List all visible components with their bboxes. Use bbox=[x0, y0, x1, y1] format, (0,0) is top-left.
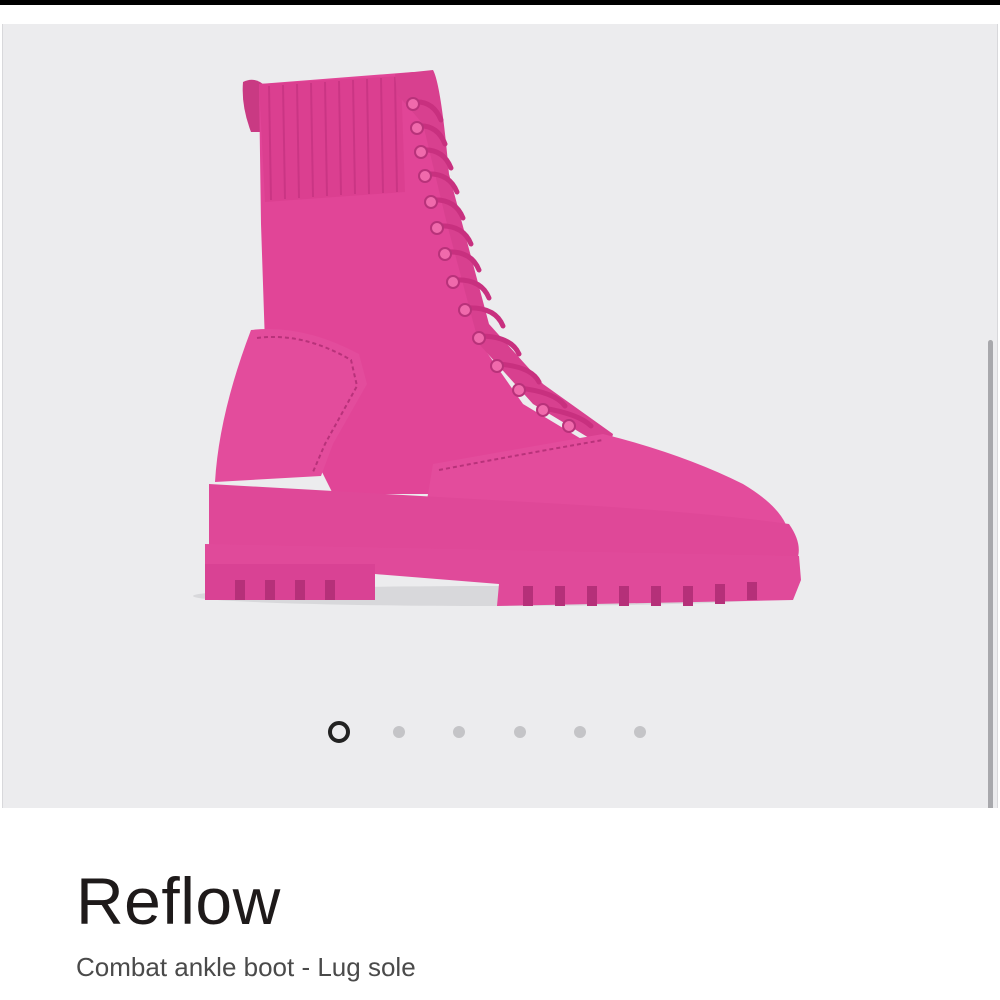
product-title: Reflow bbox=[76, 864, 281, 938]
product-image-gallery[interactable] bbox=[2, 24, 998, 808]
boot-heel-block bbox=[205, 564, 375, 600]
carousel-dot-4[interactable] bbox=[514, 726, 526, 738]
carousel-dot-3[interactable] bbox=[453, 726, 465, 738]
top-bar bbox=[0, 0, 1000, 5]
carousel-dot-2[interactable] bbox=[393, 726, 405, 738]
product-screen: Reflow Combat ankle boot - Lug sole bbox=[0, 0, 1000, 1000]
carousel-dot-5[interactable] bbox=[574, 726, 586, 738]
product-image[interactable] bbox=[3, 24, 999, 808]
product-description: Combat ankle boot - Lug sole bbox=[76, 952, 416, 982]
carousel-dot-1[interactable] bbox=[328, 721, 350, 743]
carousel-dots bbox=[3, 720, 999, 744]
product-info: Reflow Combat ankle boot - Lug sole bbox=[0, 808, 1000, 1000]
carousel-dot-6[interactable] bbox=[634, 726, 646, 738]
